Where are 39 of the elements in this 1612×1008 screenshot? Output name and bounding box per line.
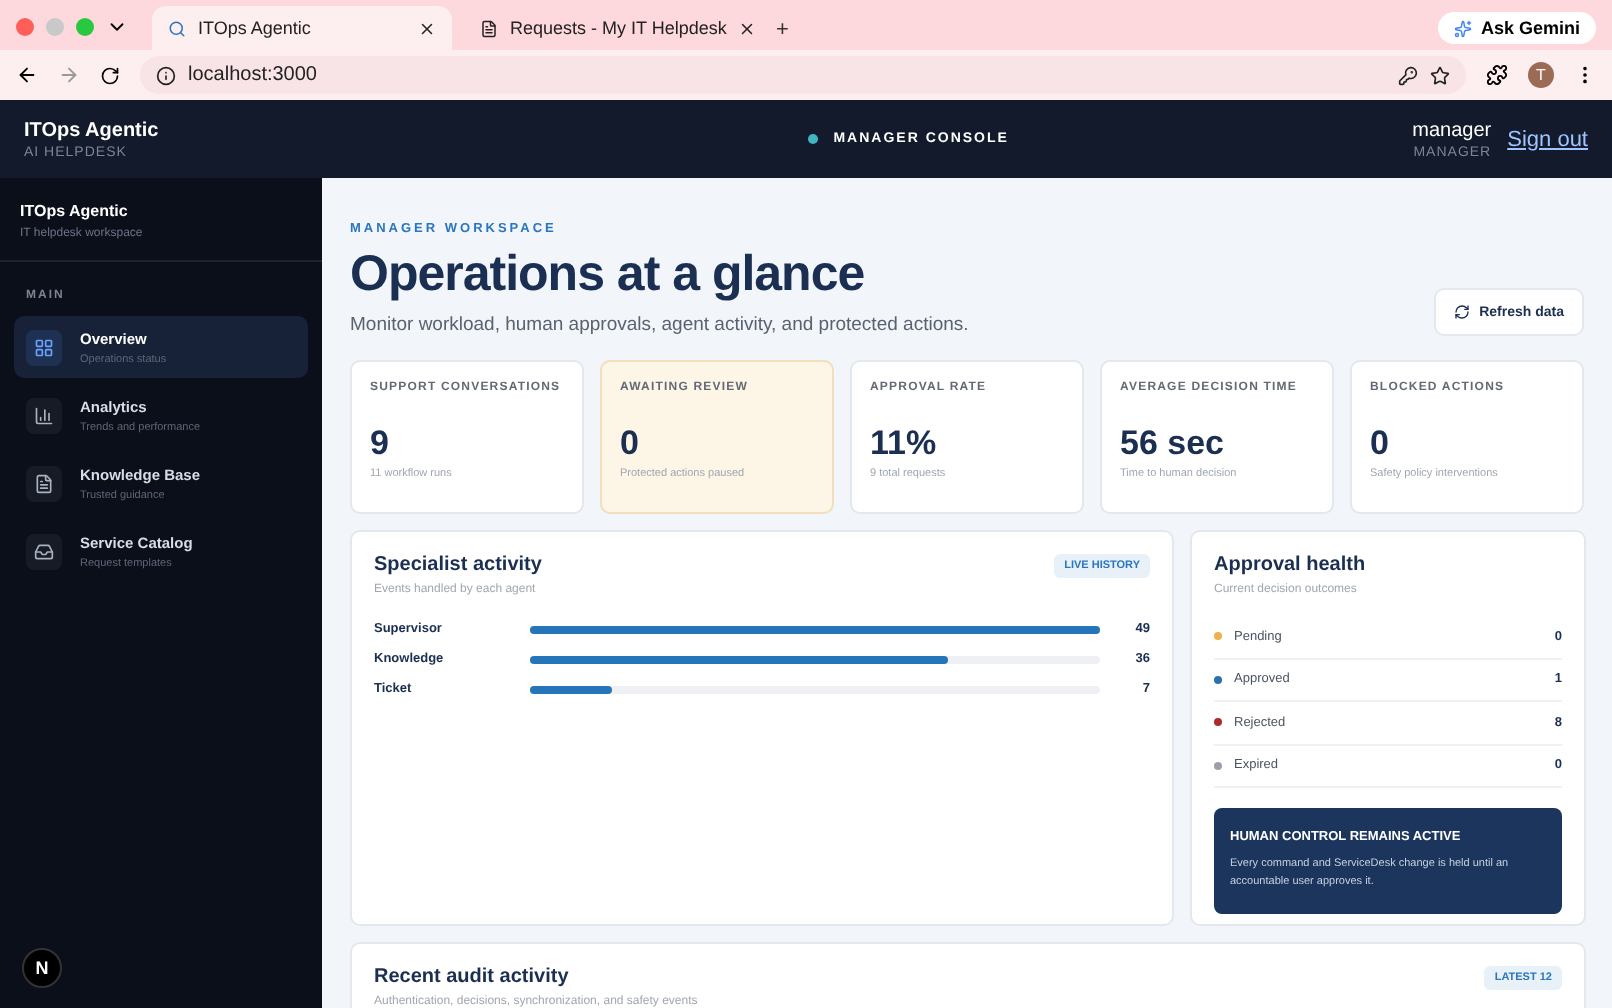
status-dot [807, 134, 818, 144]
bar-chart-icon [26, 397, 62, 433]
card-title: Recent audit activity [374, 966, 571, 988]
star-icon[interactable] [1430, 65, 1450, 85]
new-tab-button[interactable]: + [776, 18, 789, 42]
key-icon[interactable] [1398, 65, 1418, 85]
stat-value: 0 [1370, 424, 1391, 464]
document-icon [480, 19, 498, 37]
brand-name: ITOps Agentic [24, 119, 161, 141]
close-icon[interactable] [738, 19, 757, 37]
info-icon [156, 65, 176, 85]
inbox-icon [26, 533, 62, 569]
user-name: manager [1412, 119, 1492, 141]
stat-value: 0 [620, 424, 641, 464]
back-icon[interactable] [16, 64, 38, 86]
stat-value: 9 [370, 424, 391, 464]
stat-value: 11% [870, 424, 939, 464]
sparkle-icon [1454, 19, 1473, 37]
sidebar-title: ITOps Agentic [20, 202, 130, 220]
card-title: Specialist activity [374, 554, 542, 576]
reload-icon[interactable] [100, 65, 120, 85]
close-icon[interactable] [418, 19, 436, 37]
sign-out-link[interactable]: Sign out [1507, 127, 1588, 151]
refresh-icon [1453, 304, 1470, 320]
dev-indicator[interactable]: N [22, 948, 62, 988]
search-icon [168, 19, 186, 37]
profile-avatar[interactable]: T [1528, 62, 1554, 88]
address-bar[interactable]: localhost:3000 [140, 56, 1466, 94]
page-subtitle: Monitor workload, human approvals, agent activity, and protected actions. [350, 314, 969, 336]
browser-tab[interactable]: ITOps Agentic [152, 6, 452, 50]
ask-gemini-button[interactable]: Ask Gemini [1438, 12, 1596, 44]
document-icon [26, 465, 62, 501]
extensions-icon[interactable] [1486, 64, 1508, 86]
grid-icon [26, 329, 62, 365]
url-text: localhost:3000 [188, 64, 317, 86]
stat-value: 56 sec [1120, 424, 1226, 464]
page-title: Operations at a glance [350, 246, 867, 304]
browser-tab[interactable]: Requests - My IT Helpdesk [464, 6, 764, 50]
card-title: Approval health [1214, 554, 1368, 576]
